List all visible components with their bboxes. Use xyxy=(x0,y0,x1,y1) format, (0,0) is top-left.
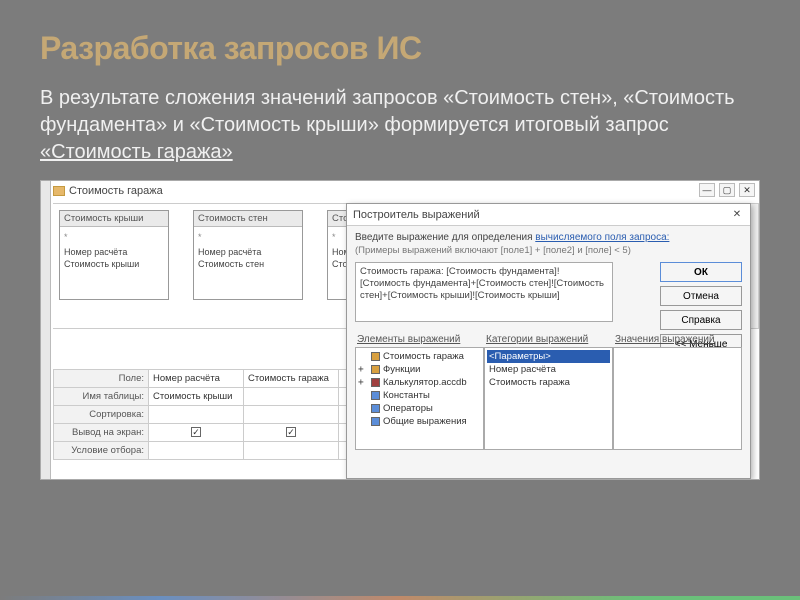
category-item[interactable]: Номер расчёта xyxy=(487,363,610,376)
col-header-categories: Категории выражений xyxy=(484,332,613,347)
grid-cell[interactable]: Стоимость гаража xyxy=(244,370,339,388)
grid-cell[interactable] xyxy=(244,406,339,424)
checkbox[interactable]: ✓ xyxy=(191,427,201,437)
maximize-button[interactable]: ▢ xyxy=(719,183,735,197)
query-tab-label: Стоимость гаража xyxy=(69,185,163,197)
expression-builder-dialog: Построитель выражений ✕ Введите выражени… xyxy=(346,203,751,479)
description-link: «Стоимость гаража» xyxy=(40,141,233,163)
grid-cell[interactable] xyxy=(244,442,339,460)
table-box[interactable]: Стоимость стен*Номер расчётаСтоимость ст… xyxy=(193,210,303,300)
grid-cell[interactable]: ✓ xyxy=(244,424,339,442)
folder-icon xyxy=(371,378,380,387)
table-field[interactable]: Номер расчёта xyxy=(64,246,164,259)
grid-cell[interactable] xyxy=(244,388,339,406)
tree-item[interactable]: +Калькулятор.accdb xyxy=(358,376,481,389)
dialog-hint: (Примеры выражений включают [поле1] + [п… xyxy=(347,245,750,262)
slide-title: Разработка запросов ИС xyxy=(40,30,760,67)
table-field[interactable]: Номер расчёта xyxy=(198,246,298,259)
dialog-title: Построитель выражений xyxy=(353,209,480,221)
decorative-bar xyxy=(0,596,800,600)
table-title: Стоимость стен xyxy=(194,211,302,227)
folder-icon xyxy=(371,417,380,426)
grid-cell[interactable] xyxy=(149,406,244,424)
dialog-instruction: Введите выражение для определения вычисл… xyxy=(347,226,750,245)
category-item[interactable]: Стоимость гаража xyxy=(487,376,610,389)
grid-row-label: Условие отбора: xyxy=(54,442,149,460)
elements-tree[interactable]: Стоимость гаража+Функции+Калькулятор.acc… xyxy=(355,347,484,450)
tree-item[interactable]: +Функции xyxy=(358,363,481,376)
grid-cell[interactable] xyxy=(149,442,244,460)
table-box[interactable]: Стоимость крыши*Номер расчётаСтоимость к… xyxy=(59,210,169,300)
table-field[interactable]: * xyxy=(64,231,164,244)
folder-icon xyxy=(371,352,380,361)
tree-item[interactable]: Операторы xyxy=(358,402,481,415)
description-text: В результате сложения значений запросов … xyxy=(40,87,735,136)
table-title: Стоимость крыши xyxy=(60,211,168,227)
grid-row-label: Вывод на экран: xyxy=(54,424,149,442)
slide-description: В результате сложения значений запросов … xyxy=(40,85,760,166)
tree-item[interactable]: Константы xyxy=(358,389,481,402)
values-list[interactable] xyxy=(613,347,742,450)
vertical-ruler xyxy=(41,181,51,479)
grid-cell[interactable]: Номер расчёта xyxy=(149,370,244,388)
folder-icon xyxy=(371,365,380,374)
window-controls: — ▢ ✕ xyxy=(699,183,755,197)
ok-button[interactable]: ОК xyxy=(660,262,742,282)
minimize-button[interactable]: — xyxy=(699,183,715,197)
grid-cell[interactable]: Стоимость крыши xyxy=(149,388,244,406)
grid-row-label: Поле: xyxy=(54,370,149,388)
col-header-elements: Элементы выражений xyxy=(355,332,484,347)
close-button[interactable]: ✕ xyxy=(739,183,755,197)
tree-item[interactable]: Общие выражения xyxy=(358,415,481,428)
checkbox[interactable]: ✓ xyxy=(286,427,296,437)
close-icon[interactable]: ✕ xyxy=(730,208,744,222)
col-header-values: Значения выражений xyxy=(613,332,742,347)
tree-item[interactable]: Стоимость гаража xyxy=(358,350,481,363)
table-field[interactable]: Стоимость крыши xyxy=(64,258,164,271)
query-tab[interactable]: Стоимость гаража xyxy=(53,185,163,197)
help-button[interactable]: Справка xyxy=(660,310,742,330)
cancel-button[interactable]: Отмена xyxy=(660,286,742,306)
grid-row-label: Имя таблицы: xyxy=(54,388,149,406)
table-icon xyxy=(53,186,65,196)
access-window: Стоимость гаража — ▢ ✕ Стоимость крыши * Н… xyxy=(40,180,760,480)
instruction-link[interactable]: вычисляемого поля запроса: xyxy=(535,232,669,243)
grid-row-label: Сортировка: xyxy=(54,406,149,424)
table-field[interactable]: * xyxy=(198,231,298,244)
folder-icon xyxy=(371,404,380,413)
categories-list[interactable]: <Параметры>Номер расчётаСтоимость гаража xyxy=(484,347,613,450)
grid-cell[interactable]: ✓ xyxy=(149,424,244,442)
folder-icon xyxy=(371,391,380,400)
table-field[interactable]: Стоимость стен xyxy=(198,258,298,271)
expression-textarea[interactable]: Стоимость гаража: [Стоимость фундамента]… xyxy=(355,262,613,322)
category-item[interactable]: <Параметры> xyxy=(487,350,610,363)
dialog-titlebar[interactable]: Построитель выражений ✕ xyxy=(347,204,750,226)
